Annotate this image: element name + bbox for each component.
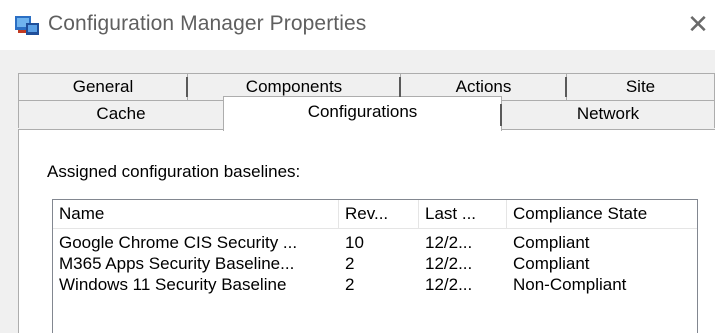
row-name: Google Chrome CIS Security ... <box>59 233 298 252</box>
column-revision[interactable]: Rev... <box>339 200 419 229</box>
tab-separator <box>186 77 188 97</box>
row-revision: 2 <box>345 275 355 294</box>
section-label: Assigned configuration baselines: <box>47 162 301 181</box>
tab-separator <box>399 77 401 97</box>
row-compliance-state: Compliant <box>513 254 590 273</box>
close-icon[interactable]: ✕ <box>681 4 715 44</box>
table-row[interactable]: Windows 11 Security Baseline 2 12/2... N… <box>53 275 697 295</box>
tab-network[interactable]: Network <box>501 100 715 128</box>
title-bar: Configuration Manager Properties ✕ <box>0 0 715 50</box>
row-revision: 10 <box>345 233 364 252</box>
window-title: Configuration Manager Properties <box>48 12 367 35</box>
column-name[interactable]: Name <box>53 200 339 229</box>
listview-header: Name Rev... Last ... Compliance State <box>53 200 697 229</box>
row-name: Windows 11 Security Baseline <box>59 275 287 294</box>
row-revision: 2 <box>345 254 355 273</box>
row-name: M365 Apps Security Baseline... <box>59 254 295 273</box>
row-last-evaluation: 12/2... <box>425 254 473 273</box>
row-compliance-state: Compliant <box>513 233 590 252</box>
table-row[interactable]: M365 Apps Security Baseline... 2 12/2...… <box>53 254 697 274</box>
row-last-evaluation: 12/2... <box>425 233 473 252</box>
dialog-body: General Components Actions Site Cache Co… <box>0 50 715 333</box>
row-compliance-state: Non-Compliant <box>513 275 627 294</box>
tab-configurations[interactable]: Configurations <box>223 96 502 131</box>
table-row[interactable]: Google Chrome CIS Security ... 10 12/2..… <box>53 233 697 253</box>
configurations-panel: Assigned configuration baselines: Name R… <box>18 129 715 333</box>
column-last-evaluation[interactable]: Last ... <box>419 200 507 229</box>
tab-general[interactable]: General <box>18 73 188 101</box>
row-last-evaluation: 12/2... <box>425 275 473 294</box>
tab-site[interactable]: Site <box>566 73 715 101</box>
configmgr-app-icon <box>14 14 40 36</box>
baselines-listview[interactable]: Name Rev... Last ... Compliance State Go… <box>52 199 698 333</box>
tab-separator <box>565 77 567 97</box>
tab-separator <box>500 104 502 126</box>
column-compliance-state[interactable]: Compliance State <box>507 200 699 229</box>
tab-cache[interactable]: Cache <box>18 100 224 128</box>
